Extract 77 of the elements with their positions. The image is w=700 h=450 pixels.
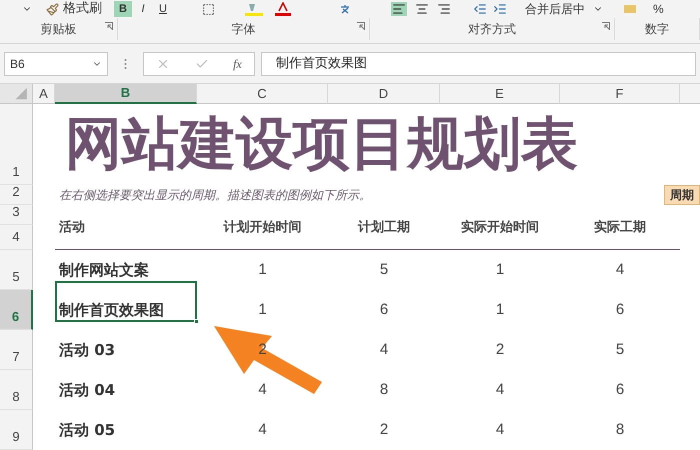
formula-text: 制作首页效果图 bbox=[276, 54, 367, 73]
increase-indent-icon[interactable] bbox=[493, 2, 507, 16]
phonetic-icon[interactable] bbox=[339, 3, 351, 15]
table-cell-text: 2 bbox=[380, 420, 388, 440]
table-cell-text: 4 bbox=[496, 420, 504, 440]
row-header[interactable]: 1 bbox=[0, 104, 33, 185]
column-header[interactable]: A bbox=[33, 84, 55, 104]
dialog-launcher-icon[interactable] bbox=[105, 22, 113, 30]
row-header[interactable]: 9 bbox=[0, 410, 33, 450]
column-header[interactable]: F bbox=[560, 84, 680, 104]
column-heading: 计划工期 bbox=[358, 218, 410, 237]
percent-button[interactable]: % bbox=[653, 0, 664, 18]
table-cell-text: 4 bbox=[496, 380, 504, 400]
ribbon-group-label: 字体 bbox=[232, 21, 256, 38]
cell-reference: B6 bbox=[10, 56, 25, 72]
decrease-indent-icon[interactable] bbox=[473, 2, 487, 16]
table-cell-text: 8 bbox=[380, 380, 388, 400]
ribbon-group-label: 数字 bbox=[645, 21, 669, 38]
row-header[interactable]: 8 bbox=[0, 370, 33, 410]
row-header[interactable]: 6 bbox=[0, 290, 33, 330]
column-heading: 活动 bbox=[59, 218, 85, 237]
row-header[interactable]: 4 bbox=[0, 225, 33, 250]
font-style-button[interactable]: I bbox=[134, 1, 152, 17]
table-cell-text: 6 bbox=[380, 300, 388, 320]
table-cell-text: 4 bbox=[380, 340, 388, 360]
merge-center-button[interactable]: 合并后居中 bbox=[525, 1, 585, 17]
column-heading: 实际工期 bbox=[594, 218, 646, 237]
border-icon[interactable] bbox=[202, 2, 215, 16]
row-header[interactable]: 7 bbox=[0, 330, 33, 370]
ribbon-group-label: 对齐方式 bbox=[468, 21, 516, 38]
row-header[interactable]: 3 bbox=[0, 205, 33, 225]
period-label: 周期 bbox=[664, 185, 700, 205]
column-heading: 实际开始时间 bbox=[461, 218, 539, 237]
selected-cell[interactable] bbox=[55, 281, 197, 322]
activity-name: 活动 03 bbox=[59, 340, 116, 361]
column-header[interactable]: C bbox=[197, 84, 328, 104]
sheet-title: 网站建设项目规划表 bbox=[65, 116, 578, 173]
table-cell-text: 5 bbox=[380, 260, 388, 280]
column-header[interactable]: D bbox=[328, 84, 440, 104]
table-cell-text: 4 bbox=[258, 420, 267, 440]
format-painter-button[interactable]: 格式刷 bbox=[46, 1, 102, 17]
font-style-button[interactable]: U bbox=[154, 1, 172, 17]
column-header[interactable]: E bbox=[440, 84, 560, 104]
activity-name: 活动 05 bbox=[59, 420, 116, 441]
dialog-launcher-icon[interactable] bbox=[357, 22, 365, 30]
table-cell-text: 4 bbox=[258, 380, 267, 400]
font-style-button[interactable]: B bbox=[114, 1, 132, 17]
formula-input[interactable]: 制作首页效果图 bbox=[261, 52, 696, 76]
table-cell-text: 6 bbox=[616, 300, 624, 320]
row-header[interactable]: 2 bbox=[0, 185, 33, 205]
activity-name: 制作网站文案 bbox=[59, 260, 149, 281]
table-cell-text: 5 bbox=[616, 340, 624, 360]
table-cell-text: 6 bbox=[616, 380, 624, 400]
more-icon[interactable] bbox=[124, 58, 127, 70]
table-cell-text: 4 bbox=[616, 260, 624, 280]
align-right-icon[interactable] bbox=[437, 2, 451, 16]
table-cell-text: 1 bbox=[496, 300, 504, 320]
table-cell-text: 1 bbox=[258, 260, 267, 280]
row-header[interactable]: 5 bbox=[0, 250, 33, 290]
table-cell-text: 8 bbox=[616, 420, 624, 440]
name-box[interactable]: B6 bbox=[4, 52, 108, 76]
table-cell-text: 2 bbox=[258, 340, 267, 360]
dialog-launcher-icon[interactable] bbox=[602, 22, 610, 30]
sheet-subtitle: 在右侧选择要突出显示的周期。描述图表的图例如下所示。 bbox=[59, 187, 371, 204]
align-left-icon[interactable] bbox=[391, 2, 407, 16]
activity-name: 制作首页效果图 bbox=[59, 300, 164, 321]
column-header[interactable]: B bbox=[55, 84, 197, 104]
activity-name: 活动 04 bbox=[59, 380, 116, 401]
table-cell-text: 2 bbox=[496, 340, 504, 360]
insert-function-button[interactable]: fx bbox=[233, 54, 242, 72]
table-cell-text: 1 bbox=[258, 300, 267, 320]
paintbrush-icon bbox=[46, 2, 59, 16]
table-cell-text: 1 bbox=[496, 260, 504, 280]
font-color-icon[interactable] bbox=[275, 2, 291, 16]
align-center-icon[interactable] bbox=[415, 2, 429, 16]
ribbon-group-label: 剪贴板 bbox=[40, 21, 76, 38]
column-heading: 计划开始时间 bbox=[224, 218, 302, 237]
